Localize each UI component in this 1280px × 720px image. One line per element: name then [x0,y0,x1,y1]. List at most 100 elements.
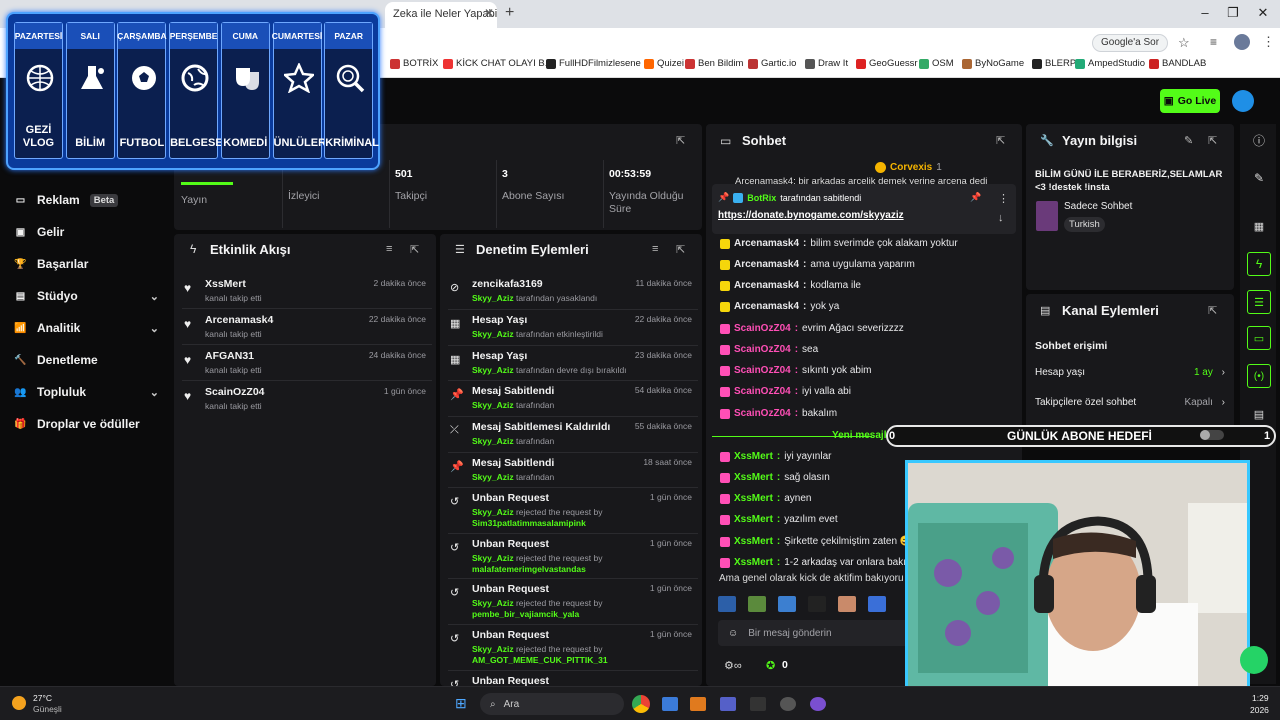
chevron-down-icon[interactable]: ⌄ [150,386,159,399]
popout-icon[interactable]: ⇱ [1208,304,1217,317]
avatar[interactable] [1232,90,1254,112]
popout-icon[interactable]: ⇱ [996,134,1005,147]
chat-message[interactable]: XssMert: yazılım evet [720,514,838,525]
pinned-link[interactable]: https://donate.bynogame.com/skyyaziz [718,210,904,221]
bookmark-item[interactable]: GeoGuessr [856,58,918,69]
bookmark-item[interactable]: Draw It [805,58,848,69]
channel-icon[interactable]: ▤ [1247,402,1271,426]
new-tab-icon[interactable]: + [505,4,514,22]
bookmark-item[interactable]: KİCK CHAT OLAYI B... [443,58,553,69]
media-icon[interactable]: ≡ [1210,35,1217,49]
bookmark-item[interactable]: AmpedStudio [1075,58,1145,69]
layout-icon[interactable]: ▦ [1247,214,1271,238]
bookmark-item[interactable]: OSM [919,58,954,69]
app-icon[interactable] [810,697,826,711]
tab-close-icon[interactable]: ✕ [484,6,494,20]
bookmark-star-icon[interactable]: ☆ [1178,35,1190,51]
activity-item[interactable]: ♥ Arcenamask4 kanalı takip etti 22 dakik… [182,314,432,339]
moderation-item[interactable]: ⊘ zencikafa3169 Skyy_Aziz tarafından yas… [448,278,698,312]
weather-icon[interactable] [12,696,26,710]
popout-icon[interactable]: ⇱ [1208,134,1217,147]
sidebar-item-1[interactable]: ▣ Gelir [14,221,159,243]
activity-item[interactable]: ♥ AFGAN31 kanalı takip etti 24 dakika ön… [182,350,432,375]
bookmark-item[interactable]: BLERP [1032,58,1076,69]
chevron-down-icon[interactable]: ⌄ [150,290,159,303]
chat-message[interactable]: Arcenamask4: kodlama ile [720,280,861,291]
moderation-item[interactable]: 📌 Mesaj Sabitlendi Skyy_Aziz tarafından … [448,457,698,491]
app-icon[interactable] [690,697,706,711]
chat-message[interactable]: XssMert: aynen [720,493,812,504]
browser-tab-active[interactable]: Zeka ile Neler Yapabilirsi [385,2,497,28]
settings-icon[interactable]: ⚙∞ [724,659,742,672]
moderation-item[interactable]: ▦ Hesap Yaşı Skyy_Aziz tarafından etkinl… [448,314,698,348]
channel-action-row[interactable]: Takipçilere özel sohbet Kapalı › [1035,397,1225,408]
moderation-item[interactable]: ↺ Unban Request Skyy_Aziz rejected the r… [448,492,698,536]
chat-message[interactable]: XssMert: 1-2 arkadaş var onlara bakıyo [720,557,917,568]
smile-icon[interactable]: ☺ [728,628,738,639]
chat-message[interactable]: ScainOzZ04: evrim Ağacı severizzzz [720,323,904,334]
activity-item[interactable]: ♥ ScainOzZ04 kanalı takip etti 1 gün önc… [182,386,432,411]
chat-icon[interactable]: ▭ [1247,326,1271,350]
emote-icon[interactable] [838,596,856,612]
sidebar-item-7[interactable]: 🎁 Droplar ve ödüller [14,413,159,435]
moderation-item[interactable]: ⤫ Mesaj Sabitlemesi Kaldırıldı Skyy_Aziz… [448,421,698,455]
bookmark-item[interactable]: Ben Bildim [685,58,743,69]
list-icon[interactable]: ☰ [1247,290,1271,314]
chat-message[interactable]: ScainOzZ04: sea [720,344,818,355]
sidebar-item-5[interactable]: 🔨 Denetleme [14,349,159,371]
chat-message[interactable]: ScainOzZ04: bakalım [720,408,837,419]
maximize-icon[interactable]: ❐ [1218,5,1248,21]
more-icon[interactable]: ⋮ [998,192,1009,205]
google-ask-button[interactable]: Google'a Sor [1092,34,1169,52]
minimize-icon[interactable]: – [1190,5,1220,20]
emote-icon[interactable] [868,596,886,612]
activity-item[interactable]: ♥ XssMert kanalı takip etti 2 dakika önc… [182,278,432,303]
pin-icon[interactable]: 📌 [970,192,981,203]
sidebar-item-0[interactable]: ▭ Reklam Beta [14,189,159,211]
moderation-item[interactable]: 📌 Mesaj Sabitlendi Skyy_Aziz tarafından … [448,385,698,419]
bookmark-item[interactable]: ByNoGame [962,58,1024,69]
broadcast-icon[interactable]: (•) [1247,364,1271,388]
emote-icon[interactable] [718,596,736,612]
filter-icon[interactable]: ≡ [386,243,392,255]
profile-avatar[interactable] [1234,34,1250,50]
menu-dots-icon[interactable]: ⋮ [1262,34,1275,50]
chat-message[interactable]: Arcenamask4: bilim sverimde çok alakam y… [720,238,958,249]
popout-icon[interactable]: ⇱ [676,134,685,147]
bookmark-item[interactable]: BOTRİX [390,58,438,69]
chrome-icon[interactable] [632,695,650,713]
moderation-item[interactable]: ↺ Unban Request Skyy_Aziz rejected the r… [448,538,698,582]
chat-message[interactable]: ScainOzZ04: iyi valla abi [720,386,851,397]
app-icon[interactable] [662,697,678,711]
window-close-icon[interactable]: ✕ [1248,5,1278,21]
moderation-item[interactable]: ↺ Unban Request Skyy_Aziz rejected the r… [448,583,698,627]
go-live-button[interactable]: ▣ Go Live [1160,89,1220,113]
app-icon[interactable] [720,697,736,711]
emote-icon[interactable] [748,596,766,612]
chat-message[interactable]: Arcenamask4: yok ya [720,301,839,312]
bolt-icon[interactable]: ϟ [1247,252,1271,276]
whatsapp-icon[interactable] [1240,646,1268,674]
chat-input[interactable]: ☺ Bir mesaj gönderin [718,620,918,646]
edit-icon[interactable]: ✎ [1184,134,1193,147]
taskbar-search[interactable]: ⌕ Ara [480,693,624,715]
channel-action-row[interactable]: Hesap yaşı 1 ay › [1035,367,1225,378]
app-icon[interactable] [780,697,796,711]
sidebar-item-3[interactable]: ▤ Stüdyo ⌄ [14,285,159,307]
bookmark-item[interactable]: BANDLAB [1149,58,1206,69]
sidebar-item-6[interactable]: 👥 Topluluk ⌄ [14,381,159,403]
chat-message[interactable]: XssMert: Şirkette çekilmiştim zaten 😄 [720,536,912,547]
filter-icon[interactable]: ≡ [652,243,658,255]
bookmark-item[interactable]: Quizei [644,58,684,69]
emote-icon[interactable] [808,596,826,612]
popout-icon[interactable]: ⇱ [410,243,419,256]
edit-icon[interactable]: ✎ [1247,166,1271,190]
chevron-down-icon[interactable]: ⌄ [150,322,159,335]
chat-message[interactable]: XssMert: iyi yayınlar [720,451,832,462]
sidebar-item-4[interactable]: 📶 Analitik ⌄ [14,317,159,339]
chat-message[interactable]: XssMert: sağ olasın [720,472,830,483]
start-icon[interactable]: ⊞ [455,695,467,712]
popout-icon[interactable]: ⇱ [676,243,685,256]
app-icon[interactable] [750,697,766,711]
sidebar-item-2[interactable]: 🏆 Başarılar [14,253,159,275]
